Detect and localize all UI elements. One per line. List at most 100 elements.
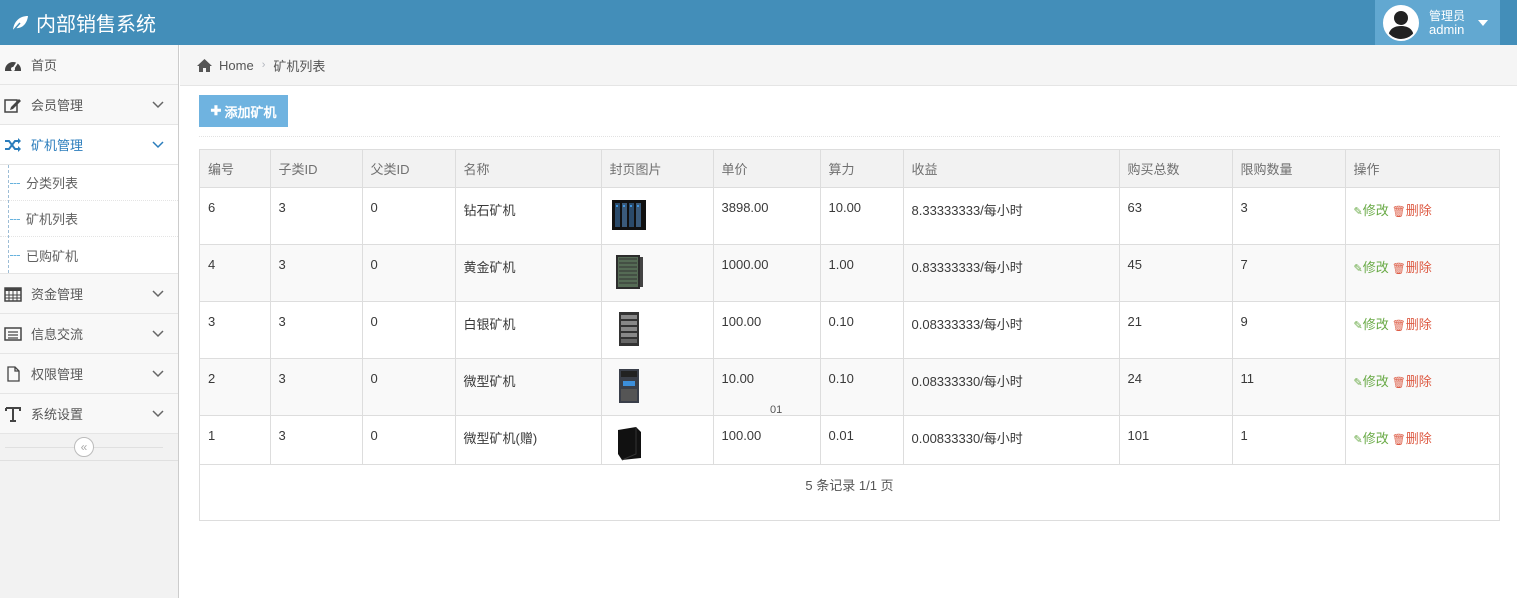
pagination-info: 5 条记录 1/1 页 <box>805 477 894 493</box>
submenu-item-purchased[interactable]: 已购矿机 <box>0 237 178 273</box>
table-cell-power: 0.01 <box>820 415 904 465</box>
delete-label: 删除 <box>1405 430 1432 446</box>
table-cell-income: 0.08333333/每小时 <box>903 301 1120 359</box>
table-cell-total: 24 <box>1119 358 1233 416</box>
sidebar-collapse-bar: « <box>0 434 178 461</box>
table-cell-id: 1 <box>200 415 271 465</box>
sidebar-item-miners[interactable]: 矿机管理 <box>0 125 178 165</box>
home-icon <box>197 58 212 72</box>
edit-label: 修改 <box>1362 316 1389 332</box>
plus-icon: ✚ <box>210 103 222 118</box>
table-cell-power: 10.00 <box>820 187 904 245</box>
table-cell-income: 0.00833330/每小时 <box>903 415 1120 465</box>
submenu-label: 矿机列表 <box>26 212 79 227</box>
submenu-item-miner-list[interactable]: 矿机列表 <box>0 201 178 237</box>
cover-image <box>601 358 714 416</box>
double-chevron-left-icon: « <box>80 440 88 454</box>
table-cell-price: 3898.00 <box>713 187 821 245</box>
pencil-icon: ✎ <box>1353 433 1363 446</box>
edit-label: 修改 <box>1362 373 1389 389</box>
edit-link[interactable]: ✎修改 <box>1354 374 1389 389</box>
user-menu[interactable]: 管理员 admin <box>1375 0 1500 45</box>
sidebar-item-permissions[interactable]: 权限管理 <box>0 354 178 394</box>
table-cell-limit: 9 <box>1232 301 1346 359</box>
table-cell-total: 21 <box>1119 301 1233 359</box>
table-cell-actions: ✎修改 🗑删除 <box>1345 187 1499 245</box>
miner-thumbnail <box>611 199 646 230</box>
sidebar-item-members[interactable]: 会员管理 <box>0 85 178 125</box>
breadcrumb-current: 矿机列表 <box>273 58 326 74</box>
miner-thumbnail <box>618 368 639 403</box>
chevron-right-icon: › <box>261 59 266 71</box>
edit-link[interactable]: ✎修改 <box>1354 431 1389 446</box>
delete-link[interactable]: 🗑删除 <box>1392 260 1432 275</box>
shuffle-icon <box>3 136 23 154</box>
column-header: 算力 <box>820 150 904 188</box>
miner-thumbnail <box>618 311 639 346</box>
edit-link[interactable]: ✎修改 <box>1354 203 1389 218</box>
edit-link[interactable]: ✎修改 <box>1354 317 1389 332</box>
sidebar-item-label: 权限管理 <box>31 367 84 382</box>
sidebar-item-funds[interactable]: 资金管理 <box>0 274 178 314</box>
add-miner-button[interactable]: ✚ 添加矿机 <box>199 95 288 127</box>
delete-label: 删除 <box>1405 373 1432 389</box>
table-cell-actions: ✎修改 🗑删除 <box>1345 415 1499 465</box>
pencil-icon: ✎ <box>1353 262 1363 275</box>
table-cell-name: 钻石矿机 <box>455 187 602 245</box>
table-cell-name: 微型矿机 <box>455 358 602 416</box>
table-cell-price: 100.00 <box>713 415 821 465</box>
list-icon <box>3 325 23 343</box>
cover-image <box>601 187 714 245</box>
table-cell-sub-id: 3 <box>270 187 363 245</box>
delete-link[interactable]: 🗑删除 <box>1392 431 1432 446</box>
column-header: 子类ID <box>270 150 363 188</box>
table-cell-name: 黄金矿机 <box>455 244 602 302</box>
column-header: 操作 <box>1345 150 1499 188</box>
table-cell-total: 63 <box>1119 187 1233 245</box>
delete-link[interactable]: 🗑删除 <box>1392 317 1432 332</box>
brand[interactable]: 内部销售系统 <box>10 0 156 45</box>
delete-label: 删除 <box>1405 316 1432 332</box>
avatar <box>1383 4 1419 41</box>
sidebar-item-label: 首页 <box>31 58 58 73</box>
table-cell-id: 6 <box>200 187 271 245</box>
collapse-sidebar-button[interactable]: « <box>74 437 94 457</box>
pencil-icon: ✎ <box>1353 205 1363 218</box>
table-cell-power: 1.00 <box>820 244 904 302</box>
edit-icon <box>3 96 23 114</box>
breadcrumb-home[interactable]: Home <box>219 58 254 73</box>
sidebar-item-home[interactable]: 首页 <box>0 45 178 85</box>
chevron-down-icon <box>152 410 164 418</box>
sidebar-item-label: 资金管理 <box>31 287 84 302</box>
table-cell-parent-id: 0 <box>362 244 456 302</box>
user-name: admin <box>1429 21 1465 37</box>
cover-image <box>601 244 714 302</box>
table-cell-total: 101 <box>1119 415 1233 465</box>
pencil-icon: ✎ <box>1353 319 1363 332</box>
chevron-down-icon <box>152 330 164 338</box>
sidebar-item-messages[interactable]: 信息交流 <box>0 314 178 354</box>
edit-label: 修改 <box>1362 430 1389 446</box>
table-cell-id: 2 <box>200 358 271 416</box>
column-header: 编号 <box>200 150 271 188</box>
submenu-item-categories[interactable]: 分类列表 <box>0 165 178 201</box>
user-role: 管理员 <box>1429 8 1466 23</box>
table-cell-parent-id: 0 <box>362 301 456 359</box>
leaf-icon <box>11 15 28 32</box>
column-header: 名称 <box>455 150 602 188</box>
miner-thumbnail <box>615 254 643 289</box>
chevron-down-icon <box>152 101 164 109</box>
add-miner-label: 添加矿机 <box>224 104 277 120</box>
table-row: 2 3 0 微型矿机 10.00 0.10 0.08333330/每小时 24 11 ✎修改 🗑删除 <box>200 358 1499 416</box>
table-cell-parent-id: 0 <box>362 415 456 465</box>
column-header: 收益 <box>903 150 1120 188</box>
delete-link[interactable]: 🗑删除 <box>1392 203 1432 218</box>
table-row: 4 3 0 黄金矿机 1000.00 1.00 0.83333333/每小时 45 7 ✎修改 🗑删… <box>200 244 1499 302</box>
sidebar-item-settings[interactable]: 系统设置 <box>0 394 178 434</box>
delete-link[interactable]: 🗑删除 <box>1392 374 1432 389</box>
trash-icon: 🗑 <box>1391 319 1406 332</box>
dashboard-icon <box>3 56 23 74</box>
table-cell-actions: ✎修改 🗑删除 <box>1345 358 1499 416</box>
pencil-icon: ✎ <box>1353 376 1363 389</box>
edit-link[interactable]: ✎修改 <box>1354 260 1389 275</box>
